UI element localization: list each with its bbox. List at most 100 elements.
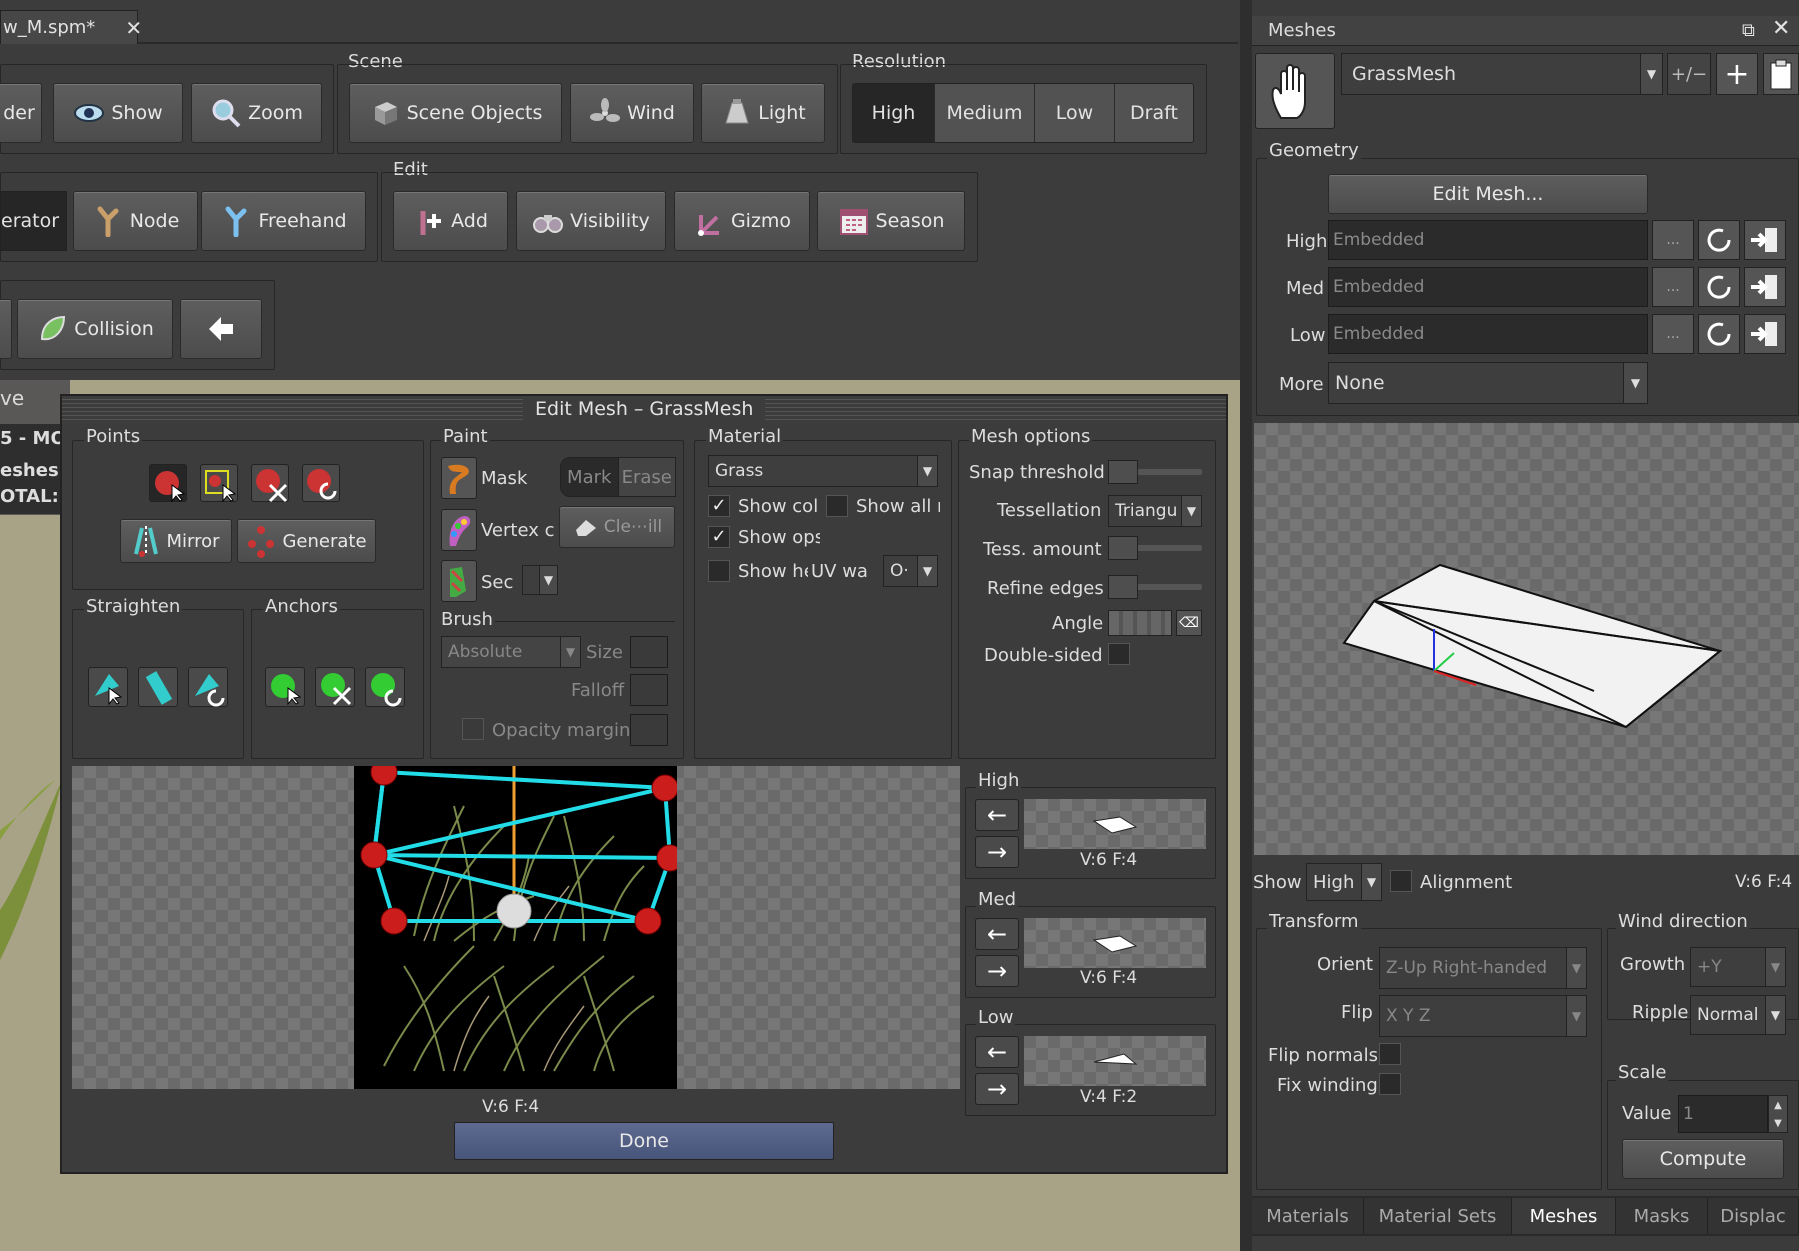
straighten-select-button[interactable] [88,667,128,707]
show-col-checkbox[interactable]: ✓ [708,495,730,517]
visibility-button[interactable]: Visibility [516,191,666,251]
season-button[interactable]: Season [817,191,965,251]
snap-threshold-slider[interactable] [1108,460,1202,484]
compute-button[interactable]: Compute [1622,1139,1784,1179]
mesh-outline-overlay[interactable] [354,766,677,1089]
geometry-low-browse[interactable]: ... [1652,314,1694,354]
resolution-medium[interactable]: Medium [934,84,1034,142]
geometry-med-field[interactable]: Embedded [1328,267,1648,307]
material-dropdown[interactable]: Grass ▼ [708,455,938,487]
add-button[interactable]: Add [393,191,508,251]
document-tab[interactable]: w_M.spm* ✕ [0,10,142,44]
lod-high-prev-button[interactable]: ← [975,799,1019,831]
straighten-reset-button[interactable] [188,667,228,707]
scale-value-field[interactable]: 1 [1678,1095,1768,1133]
geometry-med-import-icon[interactable] [1744,267,1786,307]
resolution-high[interactable]: High [853,84,934,142]
back-arrow-button[interactable] [180,299,262,359]
lod-low-prev-button[interactable]: ← [975,1036,1019,1068]
tab-materials[interactable]: Materials [1252,1198,1364,1234]
cut-button[interactable]: der [0,83,42,143]
erase-button[interactable]: Erase [617,458,675,496]
generator-button[interactable]: erator [0,191,67,251]
lod-high-thumbnail[interactable] [1024,799,1206,849]
tessellation-dropdown[interactable]: Triangu ▼ [1108,495,1202,527]
mark-button[interactable]: Mark [561,458,618,496]
anchor-delete-button[interactable] [315,667,355,707]
generate-button[interactable]: Generate [237,519,376,563]
panel-splitter[interactable] [1240,0,1252,1251]
orient-dropdown[interactable]: Z-Up Right-handed ▼ [1379,947,1587,989]
mask-brush-button[interactable] [441,457,477,499]
flip-normals-checkbox[interactable] [1379,1043,1401,1065]
section-brush-button[interactable] [441,560,477,602]
geometry-high-field[interactable]: Embedded [1328,220,1648,260]
geometry-high-import-icon[interactable] [1744,220,1786,260]
lod-low-thumbnail[interactable] [1024,1036,1206,1086]
resolution-draft[interactable]: Draft [1114,84,1193,142]
done-button[interactable]: Done [454,1122,834,1160]
node-button[interactable]: Node [73,191,198,251]
geometry-med-browse[interactable]: ... [1652,267,1694,307]
select-point-button[interactable] [149,464,187,503]
close-icon[interactable]: ✕ [125,16,142,40]
geometry-med-reload-icon[interactable] [1698,267,1740,307]
cut-button-row3[interactable] [0,299,12,359]
alignment-checkbox[interactable] [1390,870,1412,892]
brush-mode-dropdown[interactable]: Absolute ▼ [441,636,581,668]
section-dropdown[interactable]: ▼ [522,565,558,595]
lod-high-next-button[interactable]: → [975,836,1019,868]
scale-stepper[interactable]: ▲ ▼ [1768,1095,1788,1133]
wind-button[interactable]: Wind [570,83,694,143]
geometry-low-field[interactable]: Embedded [1328,314,1648,354]
mirror-button[interactable]: Mirror [120,519,232,563]
edit-mesh-button[interactable]: Edit Mesh... [1328,174,1648,214]
fix-winding-checkbox[interactable] [1379,1073,1401,1095]
collision-button[interactable]: Collision [17,299,173,359]
lod-med-thumbnail[interactable] [1024,918,1206,968]
box-select-point-button[interactable] [200,464,238,503]
refine-edges-slider[interactable] [1108,575,1202,599]
show-all-checkbox[interactable] [826,495,848,517]
lod-med-prev-button[interactable]: ← [975,918,1019,950]
delete-point-button[interactable] [251,464,289,503]
show-ops-checkbox[interactable]: ✓ [708,526,730,548]
mesh-select-dropdown[interactable]: GrassMesh ▼ [1341,53,1663,95]
resolution-low[interactable]: Low [1034,84,1114,142]
clear-fill-button[interactable]: Cle⋯ill [559,506,675,548]
more-dropdown[interactable]: None ▼ [1328,362,1648,404]
growth-dropdown[interactable]: +Y ▼ [1690,947,1786,987]
slider-knob[interactable] [1108,536,1138,560]
hand-tool-button[interactable] [1255,53,1335,129]
tab-displacement[interactable]: Displac [1708,1198,1799,1234]
gizmo-button[interactable]: Gizmo [674,191,810,251]
clipboard-icon[interactable] [1763,53,1799,95]
preview-lod-dropdown[interactable]: High ▼ [1306,863,1382,901]
anchor-reset-button[interactable] [365,667,405,707]
close-panel-icon[interactable]: ✕ [1772,16,1796,41]
show-button[interactable]: Show [53,83,183,143]
tab-masks[interactable]: Masks [1616,1198,1708,1234]
add-mesh-button[interactable]: + [1716,53,1758,95]
reset-point-button[interactable] [302,464,340,502]
vertex-color-button[interactable] [441,509,477,551]
geometry-high-browse[interactable]: ... [1652,220,1694,260]
geometry-low-reload-icon[interactable] [1698,314,1740,354]
zoom-button[interactable]: Zoom [191,83,322,143]
geometry-low-import-icon[interactable] [1744,314,1786,354]
show-hei-checkbox[interactable] [708,560,730,582]
tab-meshes[interactable]: Meshes [1512,1198,1616,1234]
brush-size-field[interactable] [630,636,668,668]
flip-dropdown[interactable]: X Y Z ▼ [1379,995,1587,1037]
slider-knob[interactable] [1108,575,1138,599]
straighten-button[interactable] [138,667,178,707]
anchor-select-button[interactable] [265,667,305,707]
opacity-margin-field[interactable] [630,714,668,746]
double-sided-checkbox[interactable] [1108,643,1130,665]
tab-material-sets[interactable]: Material Sets [1364,1198,1512,1234]
plusminus-button[interactable]: +/− [1667,53,1711,95]
restore-window-icon[interactable]: ⧉ [1742,20,1762,41]
freehand-button[interactable]: Freehand [201,191,366,251]
angle-field[interactable] [1108,610,1172,636]
light-button[interactable]: Light [701,83,825,143]
